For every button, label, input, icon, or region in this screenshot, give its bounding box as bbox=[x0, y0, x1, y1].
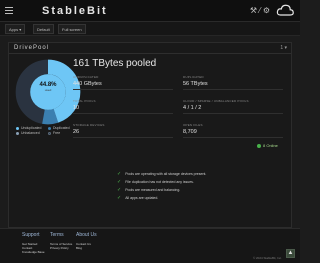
checkmark-icon: ✓ bbox=[117, 195, 122, 201]
legend-unduplicated: Unduplicated bbox=[16, 126, 41, 130]
check-item: ✓ File duplication has not detected any i… bbox=[117, 179, 194, 185]
legend-dot-icon bbox=[16, 131, 19, 135]
stat-open-files: OPEN FILES 8,709 bbox=[183, 123, 283, 138]
legend-duplicated: Duplicated bbox=[48, 126, 70, 130]
default-view-button[interactable]: Default bbox=[33, 24, 54, 34]
footer-link[interactable]: Privacy Policy bbox=[50, 246, 72, 250]
checkmark-icon: ✓ bbox=[117, 187, 122, 193]
donut-center bbox=[30, 74, 66, 110]
footer-link[interactable]: Knowledge Base bbox=[22, 250, 45, 254]
check-item: ✓ All apps are updated. bbox=[117, 195, 159, 201]
stat-duplicated: DUPLICATED 56 TBytes bbox=[183, 75, 283, 90]
online-status-badge: 8 Online bbox=[257, 143, 278, 148]
cloud-icon[interactable] bbox=[276, 3, 294, 18]
legend-other: Unbalanced bbox=[16, 131, 40, 135]
legend-free: Free bbox=[48, 131, 60, 135]
stat-total-pools: TOTAL POOLS 10 bbox=[73, 99, 173, 114]
footer-support: Support Get Started Contact Knowledge Ba… bbox=[22, 232, 45, 254]
toolbar: Apps ▾ Default Full screen bbox=[0, 22, 300, 36]
donut-sub-label: used bbox=[44, 88, 52, 92]
panel-menu-button[interactable]: 1 ▾ bbox=[280, 45, 287, 51]
copyright: © 2024 StableBit, Inc. bbox=[252, 256, 282, 260]
footer-about: About Us Contact Us Blog bbox=[76, 232, 97, 250]
divider bbox=[9, 53, 291, 54]
checkmark-icon: ✓ bbox=[117, 171, 122, 177]
status-dot-icon bbox=[257, 143, 261, 148]
apps-dropdown[interactable]: Apps ▾ bbox=[5, 24, 26, 34]
stat-unduplicated: UNDUPLICATED 440 GBytes bbox=[73, 75, 173, 90]
legend-dot-icon bbox=[16, 126, 19, 130]
legend-dot-icon bbox=[48, 126, 51, 130]
pooled-total: 161 TBytes pooled bbox=[73, 58, 157, 69]
top-bar: StableBit ⚒ ⁄ ⚙ bbox=[0, 0, 300, 22]
footer: Support Get Started Contact Knowledge Ba… bbox=[0, 228, 300, 263]
legend-dot-icon bbox=[48, 131, 51, 135]
footer-terms: Terms Terms of Service Privacy Policy bbox=[50, 232, 73, 250]
panel-title: DrivePool bbox=[14, 45, 50, 51]
stat-storage-devices: STORAGE DEVICES 26 bbox=[73, 123, 173, 138]
footer-link[interactable]: Blog bbox=[76, 246, 97, 250]
stat-pool-kinds: CLOUD / SPARSE / UNBALANCED POOLS 4 / 1 /… bbox=[183, 99, 283, 114]
checkmark-icon: ✓ bbox=[117, 179, 122, 185]
check-item: ✓ Pools are measured and balancing. bbox=[117, 187, 181, 193]
hamburger-menu-icon[interactable] bbox=[5, 7, 13, 14]
donut-label: 44.8% used bbox=[15, 82, 81, 92]
tools-icons[interactable]: ⚒ ⁄ ⚙ bbox=[250, 6, 270, 15]
scroll-top-button[interactable]: ▲ bbox=[286, 249, 295, 258]
brand-logo: StableBit bbox=[42, 5, 108, 17]
check-item: ✓ Pools are operating with all storage de… bbox=[117, 171, 207, 177]
pool-usage-donut bbox=[15, 59, 81, 125]
fullscreen-button[interactable]: Full screen bbox=[58, 24, 86, 34]
